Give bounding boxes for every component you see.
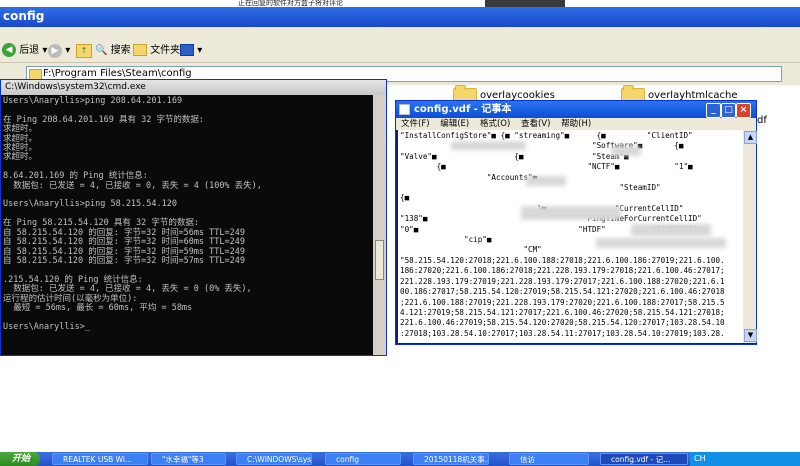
forward-arrow-icon: ▶: [48, 44, 62, 58]
taskbar: 开始 REALTEK USB Wi... "水幸福"等3 C:\WINDOWS\…: [0, 452, 800, 466]
system-tray: CH: [690, 452, 800, 466]
cmd-output-line: 数据包: 已发送 = 4, 已接收 = 0, 丢失 = 4 (100% 丢失),: [3, 180, 262, 191]
cmd-output-line: Users\Anaryllis>ping 208.64.201.169: [3, 96, 183, 106]
explorer-toolbar: ◀ 后退 ▾ ▶ ▾ ↑ 🔍 搜索 文件夹 ▾: [0, 39, 800, 63]
taskbar-item[interactable]: config: [325, 453, 401, 465]
scroll-up-icon[interactable]: ▲: [744, 131, 757, 144]
up-folder-icon: ↑: [76, 44, 92, 58]
views-grid-icon: [180, 44, 194, 56]
cmd-output-line: 求超时。: [3, 152, 38, 163]
notepad-title-bar[interactable]: config.vdf - 记事本: [396, 101, 756, 118]
search-icon: 🔍: [95, 45, 108, 56]
back-button[interactable]: ◀ 后退 ▾: [2, 43, 47, 59]
maximize-button[interactable]: □: [721, 103, 736, 118]
forward-button[interactable]: ▶ ▾: [48, 43, 70, 59]
notepad-window: config.vdf - 记事本 _ □ × 文件(F) 编辑(E) 格式(O)…: [395, 100, 757, 345]
explorer-menu-bar: [0, 27, 800, 39]
redaction-blur: [451, 141, 526, 150]
cmd-output-line: 最短 = 56ms, 最长 = 60ms, 平均 = 58ms: [3, 302, 193, 313]
taskbar-item[interactable]: REALTEK USB Wi...: [52, 453, 148, 465]
notepad-text-line: {■ "NCTF"■ "1"■: [400, 162, 693, 172]
scroll-down-icon[interactable]: ▼: [744, 329, 757, 342]
menu-format[interactable]: 格式(O): [480, 119, 510, 129]
cmd-output-line: 求超时。: [3, 133, 38, 144]
close-icon: ×: [739, 105, 748, 115]
taskbar-item-active[interactable]: config.vdf - 记...: [600, 453, 688, 465]
notepad-icon: [399, 104, 410, 115]
notepad-text-line: 00.186:27017;58.215.54.120:27019;58.215.…: [400, 287, 725, 297]
folders-button[interactable]: 文件夹: [133, 43, 180, 59]
taskbar-item[interactable]: "水幸福"等3: [151, 453, 226, 465]
redaction-blur: [596, 238, 726, 248]
notepad-text-line: 186:27020;221.6.100.186:27018;221.228.19…: [400, 266, 725, 276]
cmd-output-line: Users\Anaryllis>_: [3, 321, 90, 332]
notepad-text-line: "InstallConfigStore"■ {■ "streaming"■ {■…: [400, 131, 693, 140]
cmd-output-line: 求超时。: [3, 124, 38, 135]
notepad-text-area[interactable]: "InstallConfigStore"■ {■ "streaming"■ {■…: [398, 130, 743, 343]
notepad-text-line: "58.215.54.120:27018;221.6.100.188:27018…: [400, 255, 725, 265]
menu-help[interactable]: 帮助(H): [561, 119, 591, 129]
notepad-text-line: ;221.6.100.188:27019;221.228.193.179:270…: [400, 297, 725, 307]
explorer-title-bar[interactable]: config: [0, 7, 800, 27]
chevron-down-icon: ▾: [197, 45, 203, 56]
notepad-text-line: "SteamID": [400, 183, 661, 193]
input-language-indicator[interactable]: CH: [694, 454, 706, 463]
close-button[interactable]: ×: [736, 103, 751, 118]
notepad-text-line: :27018;103.28.54.10:27017;103.28.54.11:2…: [400, 328, 725, 338]
menu-edit[interactable]: 编辑(E): [440, 119, 469, 129]
notepad-text-line: "Valve"■ {■ "Steam"■: [400, 151, 629, 161]
notepad-text-line: 4.121:27019;58.215.54.121:27017;221.6.10…: [400, 307, 725, 317]
cmd-title: C:\Windows\system32\cmd.exe: [5, 82, 146, 92]
chevron-down-icon: ▾: [42, 45, 48, 56]
redaction-blur: [611, 146, 641, 156]
start-button[interactable]: 开始: [0, 452, 40, 466]
notepad-text-line: "Accounts"■: [400, 172, 538, 182]
explorer-title: config: [3, 9, 45, 23]
maximize-icon: □: [724, 105, 733, 115]
redaction-blur: [526, 176, 566, 186]
minimize-button[interactable]: _: [706, 103, 721, 118]
cmd-scrollbar-thumb[interactable]: [375, 240, 384, 280]
minimize-icon: _: [711, 105, 716, 115]
notepad-text-line: 221.228.193.179:27019;221.228.193.179:27…: [400, 276, 725, 286]
menu-file[interactable]: 文件(F): [401, 119, 430, 129]
menu-view[interactable]: 查看(V): [521, 119, 550, 129]
notepad-text-line: 221.6.100.46:27019;58.215.54.120:27020;5…: [400, 318, 725, 328]
search-button[interactable]: 🔍 搜索: [95, 43, 131, 59]
cmd-output[interactable]: Users\Anaryllis>ping 208.64.201.169 在 Pi…: [1, 95, 373, 355]
cmd-scrollbar[interactable]: [373, 95, 386, 355]
redaction-blur: [631, 224, 711, 236]
cmd-window: C:\Windows\system32\cmd.exe Users\Anaryl…: [0, 79, 387, 356]
cmd-output-line: 在 Ping 208.64.201.169 具有 32 字节的数据:: [3, 114, 205, 125]
folders-icon: [133, 44, 147, 56]
chevron-down-icon: ▾: [65, 45, 71, 56]
cmd-output-line: 求超时。: [3, 143, 38, 154]
file-label-fragment[interactable]: df: [757, 115, 767, 126]
views-button[interactable]: ▾: [180, 43, 202, 59]
back-arrow-icon: ◀: [2, 43, 16, 57]
taskbar-item[interactable]: 信访: [509, 453, 589, 465]
taskbar-item[interactable]: 20150118机关事...: [413, 453, 489, 465]
taskbar-item[interactable]: C:\WINDOWS\sys...: [236, 453, 312, 465]
top-notification-dark-bar: [485, 0, 565, 7]
cmd-output-line: 自 58.215.54.120 的回复: 字节=32 时间=57ms TTL=2…: [3, 255, 245, 266]
notepad-scrollbar[interactable]: ▲ ▼: [743, 130, 757, 343]
notepad-text-line: {■: [400, 193, 410, 203]
redaction-blur: [521, 206, 621, 220]
notepad-menu-bar: 文件(F) 编辑(E) 格式(O) 查看(V) 帮助(H): [396, 118, 756, 130]
up-folder-button[interactable]: ↑: [76, 43, 92, 59]
cmd-output-line: Users\Anaryllis>ping 58.215.54.120: [3, 199, 177, 210]
notepad-title: config.vdf - 记事本: [414, 104, 512, 115]
cmd-title-bar[interactable]: C:\Windows\system32\cmd.exe: [1, 80, 386, 95]
